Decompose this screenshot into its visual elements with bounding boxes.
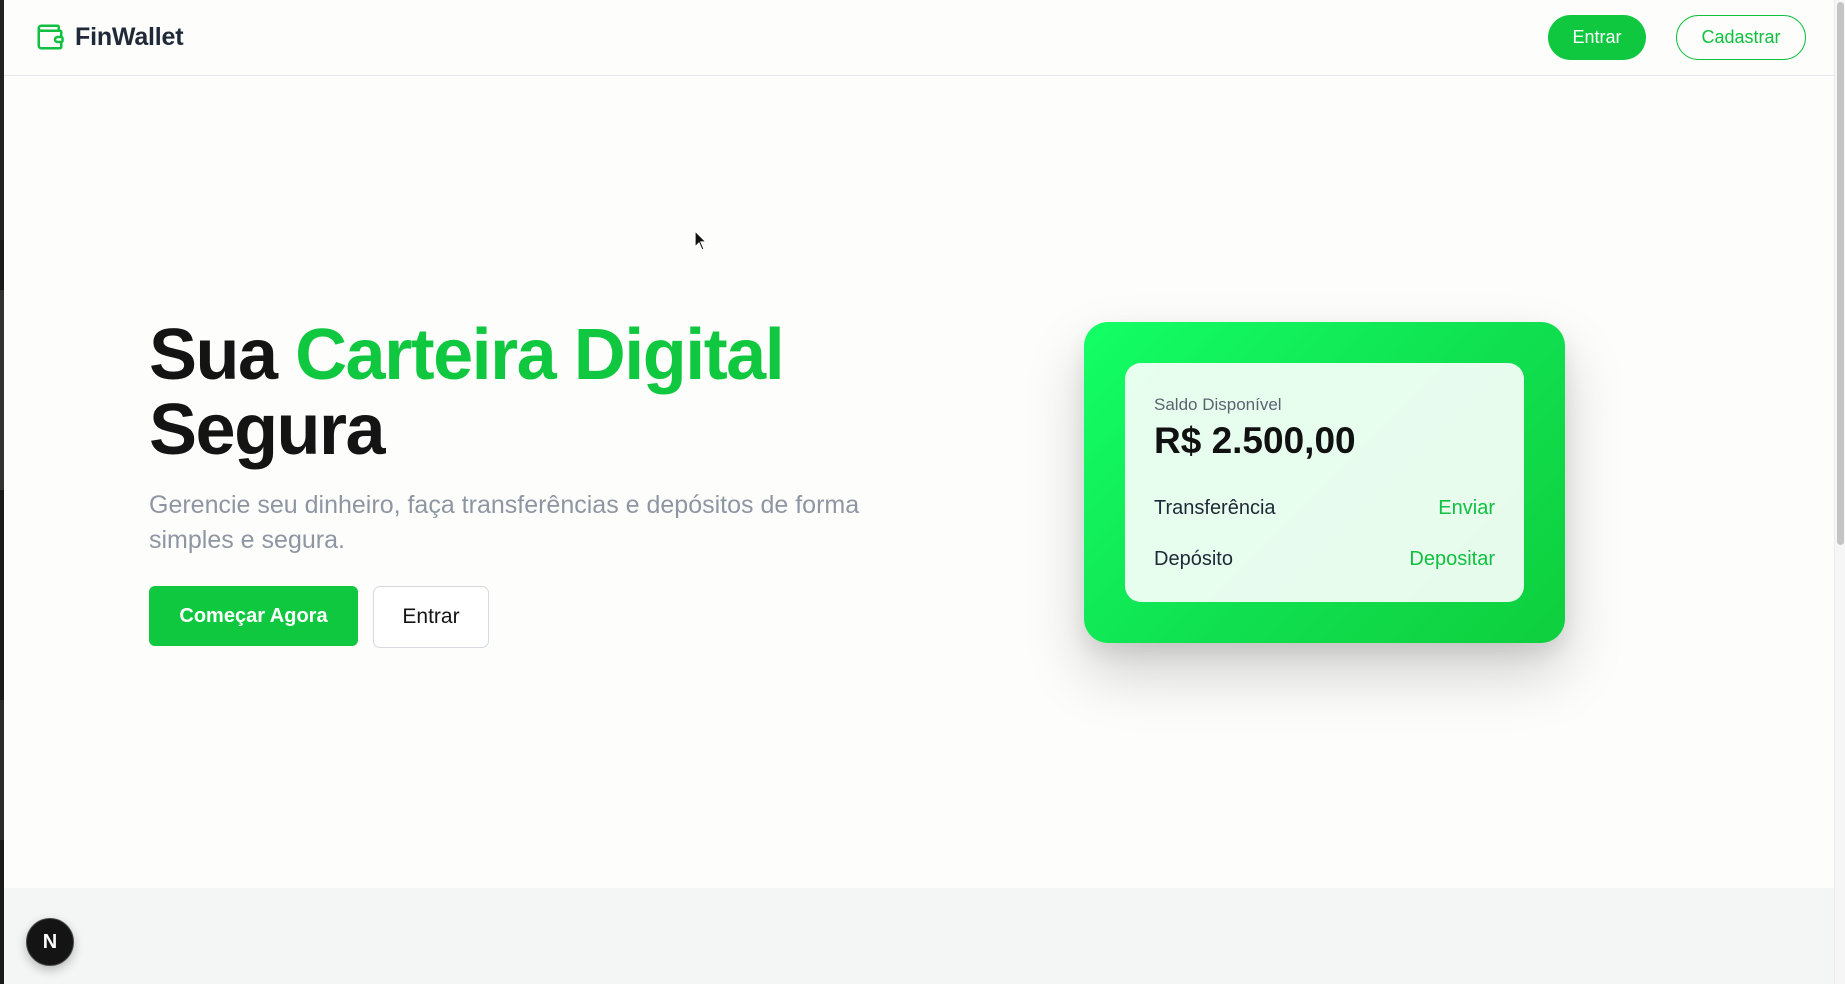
transfer-row: Transferência Enviar — [1154, 494, 1495, 522]
balance-label: Saldo Disponível — [1154, 395, 1282, 414]
transfer-label: Transferência — [1154, 496, 1276, 519]
top-navbar: FinWallet Entrar Cadastrar — [4, 0, 1834, 76]
brand-name: FinWallet — [75, 22, 184, 51]
hero-title-accent: Carteira Digital — [295, 315, 785, 395]
brand-logo[interactable]: FinWallet — [35, 22, 184, 52]
header-login-button[interactable]: Entrar — [1548, 15, 1646, 60]
wallet-preview-card: Saldo Disponível R$ 2.500,00 Transferênc… — [1084, 322, 1565, 643]
hero-title-part1: Sua — [149, 315, 296, 395]
nextjs-logo-icon[interactable]: N — [26, 918, 74, 966]
vertical-scrollbar[interactable] — [1834, 0, 1845, 984]
get-started-button[interactable]: Começar Agora — [149, 586, 358, 646]
scrollbar-thumb[interactable] — [1837, 2, 1844, 545]
wallet-preview-panel: Saldo Disponível R$ 2.500,00 Transferênc… — [1125, 363, 1524, 602]
header-signup-button[interactable]: Cadastrar — [1676, 15, 1806, 60]
deposit-label: Depósito — [1154, 547, 1233, 570]
deposit-row: Depósito Depositar — [1154, 545, 1495, 573]
wallet-icon — [37, 24, 64, 50]
hero-title: Sua Carteira Digital Segura — [149, 318, 909, 468]
landing-page: FinWallet Entrar Cadastrar Sua Carteira … — [4, 0, 1834, 984]
next-section — [4, 888, 1834, 984]
hero-subtitle: Gerencie seu dinheiro, faça transferênci… — [149, 491, 860, 554]
hero-title-part2: Segura — [149, 390, 386, 470]
hero-login-button[interactable]: Entrar — [373, 586, 489, 648]
mouse-pointer-icon — [694, 230, 708, 251]
deposit-link[interactable]: Depositar — [1409, 548, 1495, 571]
balance-value: R$ 2.500,00 — [1154, 420, 1356, 461]
transfer-send-link[interactable]: Enviar — [1438, 497, 1495, 520]
